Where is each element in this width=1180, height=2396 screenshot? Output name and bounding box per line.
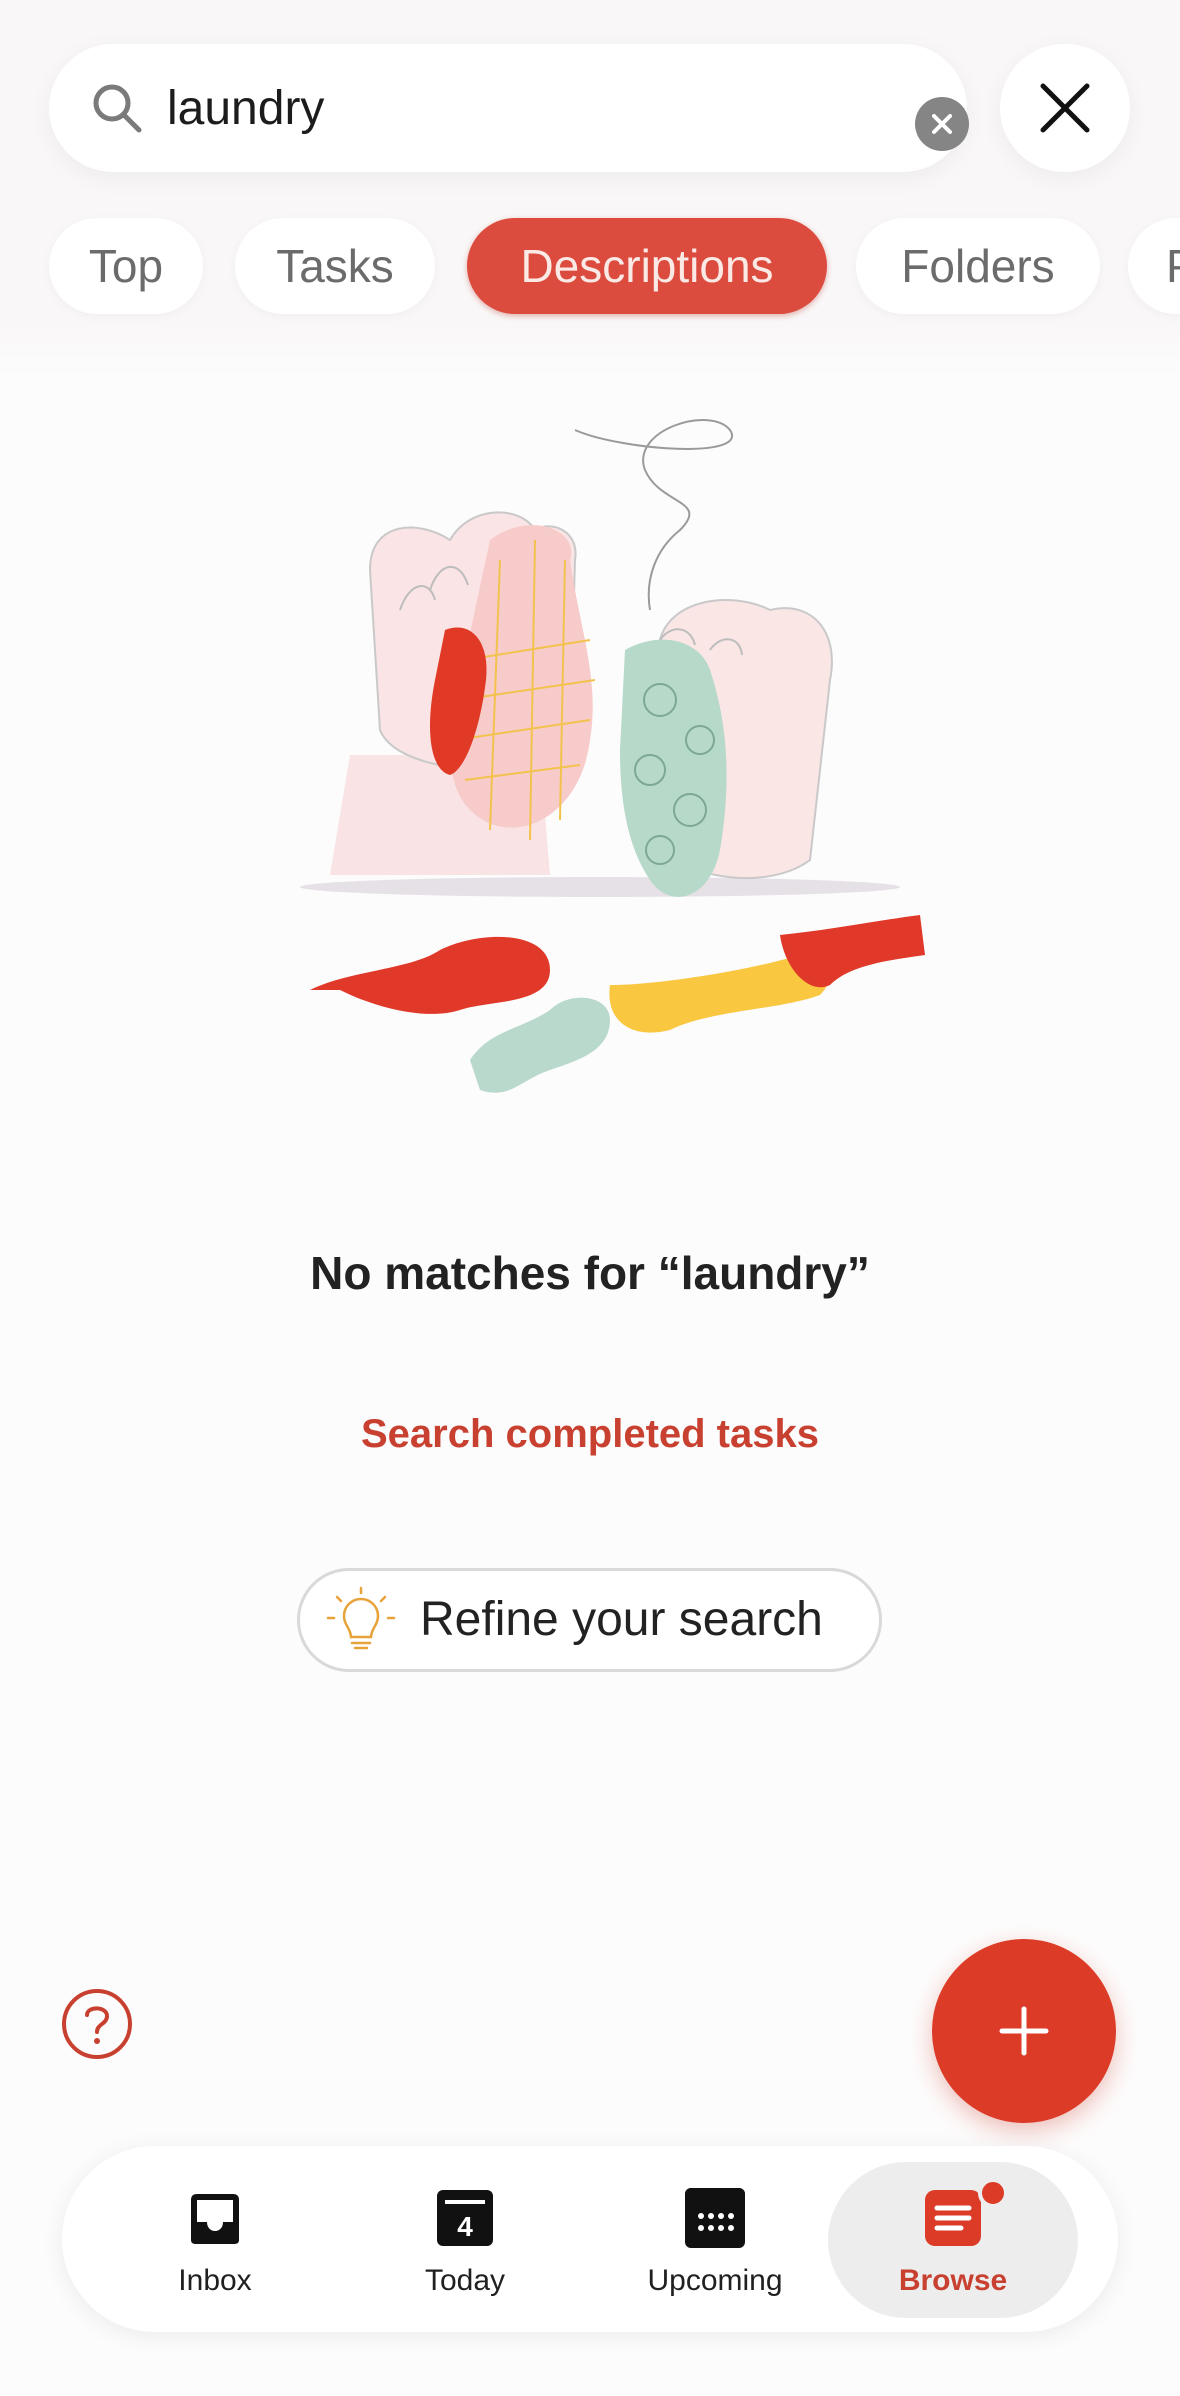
nav-item-browse[interactable]: Browse [828,2162,1078,2318]
inbox-icon [191,2194,239,2244]
chip-partial[interactable]: P [1128,218,1180,314]
chip-descriptions[interactable]: Descriptions [467,218,827,314]
nav-item-today[interactable]: 4 Today [340,2146,590,2332]
search-input[interactable] [167,70,887,146]
empty-state-title: No matches for “laundry” [310,1247,870,1299]
search-completed-tasks-link[interactable]: Search completed tasks [0,1412,1180,1457]
search-icon [93,84,142,133]
nav-item-inbox[interactable]: Inbox [90,2146,340,2332]
bottom-navigation: Inbox 4 Today Upcoming Browse [62,2146,1118,2332]
nav-label-upcoming: Upcoming [647,2264,783,2297]
refine-search-label: Refine your search [420,1593,823,1646]
calendar-today-icon: 4 [437,2190,493,2246]
close-icon [1040,83,1090,133]
search-header: Top Tasks Descriptions Folders P [0,0,1180,380]
clear-search-button[interactable] [915,97,969,151]
close-search-button[interactable] [1000,44,1130,172]
search-screen: Top Tasks Descriptions Folders P [0,0,1180,2396]
add-task-button[interactable] [932,1939,1116,2123]
lightbulb-icon [326,1586,396,1650]
chip-tasks[interactable]: Tasks [235,218,435,314]
empty-state-illustration [300,419,925,1093]
help-button[interactable] [62,1989,132,2059]
nav-label-inbox: Inbox [178,2264,252,2297]
notification-badge [978,2178,1008,2208]
filter-chips: Top Tasks Descriptions Folders P [0,218,1180,318]
chip-folders[interactable]: Folders [856,218,1100,314]
nav-label-today: Today [424,2264,506,2297]
today-day-number: 4 [457,2211,473,2242]
refine-search-button[interactable]: Refine your search [297,1568,882,1672]
help-icon [85,2006,110,2044]
nav-label-browse: Browse [898,2264,1008,2297]
clear-icon [932,114,952,134]
plus-icon [999,2006,1049,2056]
calendar-grid-icon [685,2188,745,2248]
nav-item-upcoming[interactable]: Upcoming [590,2146,840,2332]
browse-list-icon [925,2190,981,2246]
search-bar[interactable] [49,44,969,172]
chip-top[interactable]: Top [49,218,203,314]
